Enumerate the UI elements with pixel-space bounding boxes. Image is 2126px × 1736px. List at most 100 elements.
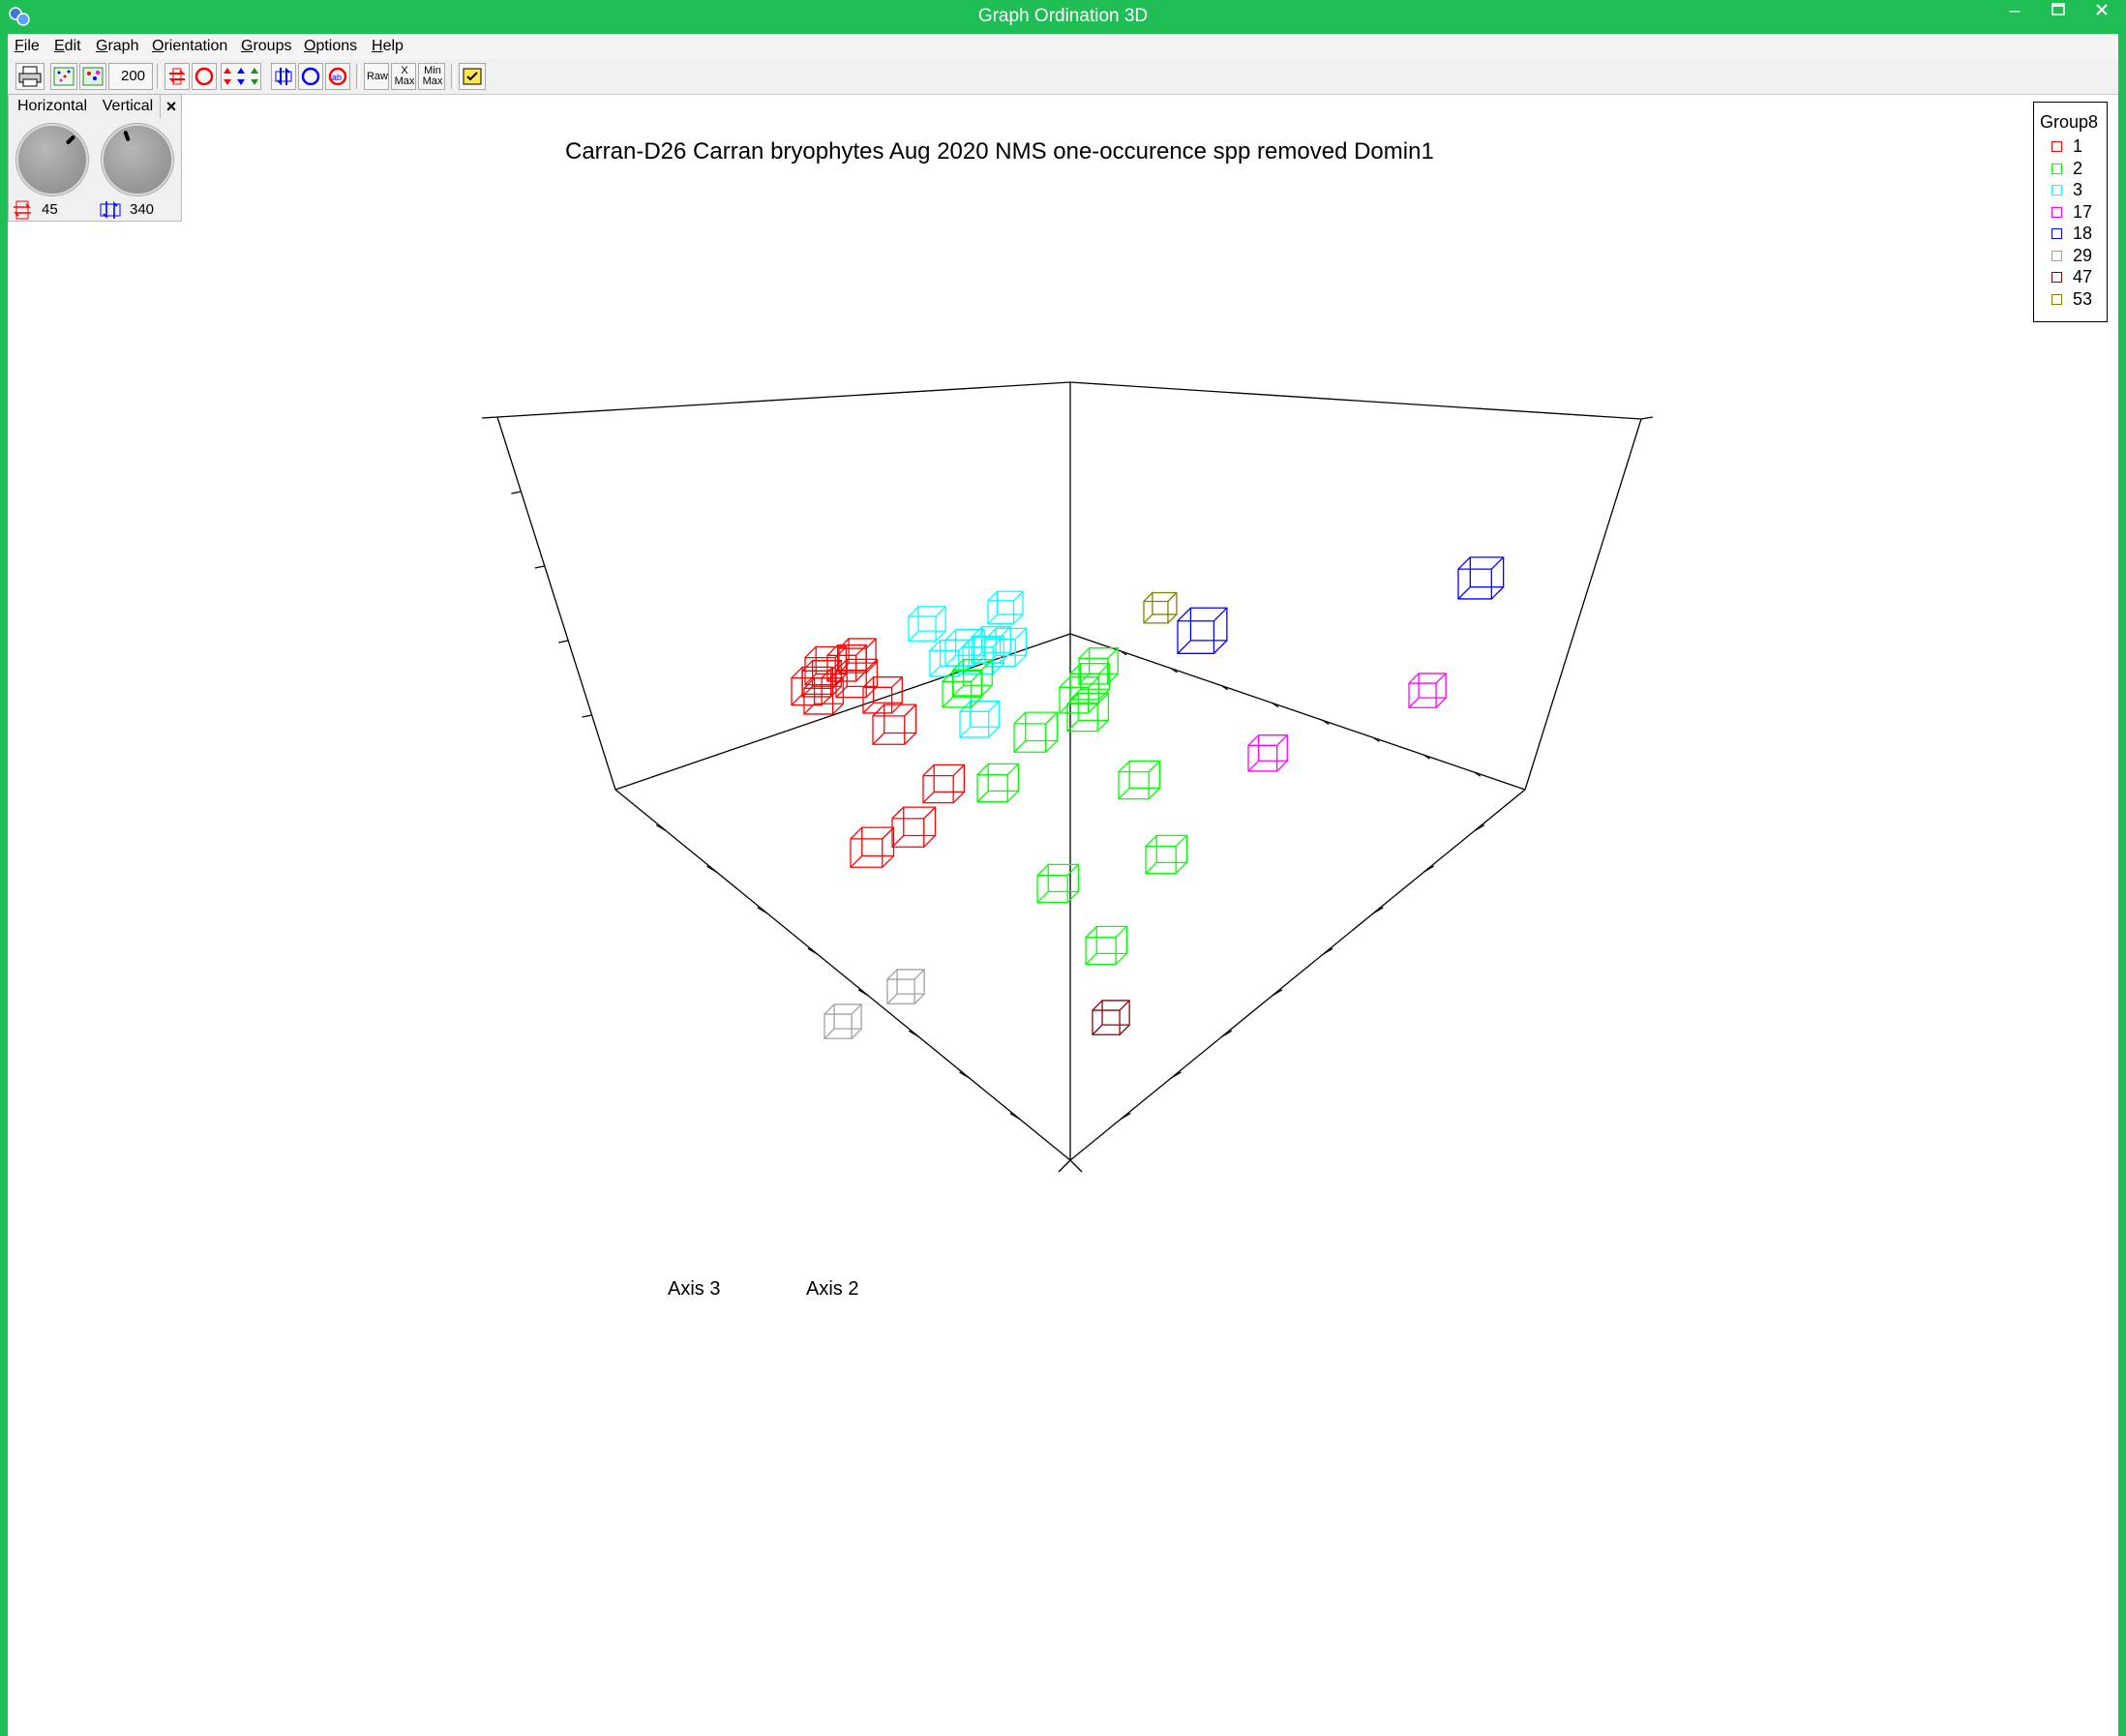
axis-tick [857, 989, 869, 997]
maximize-icon [2051, 3, 2065, 15]
rotation-panel: Horizontal Vertical × 45 340 [8, 94, 182, 222]
toolbar-separator [451, 64, 455, 89]
axis-tick [959, 1071, 970, 1079]
box-edge [1058, 1159, 1071, 1173]
plot-area[interactable]: Carran-D26 Carran bryophytes Aug 2020 NM… [8, 94, 2118, 1736]
axis-2-label: Axis 2 [806, 1278, 858, 1300]
data-point-cube [1177, 607, 1228, 654]
data-point-cube [891, 806, 937, 848]
circle-blue-icon [301, 67, 320, 86]
data-point-cube [1408, 673, 1447, 708]
scatter-points-icon [53, 67, 75, 86]
menu-groups[interactable]: Groups [241, 38, 291, 55]
box-edge [481, 416, 498, 419]
legend-label: 47 [2073, 267, 2093, 286]
data-point-cube [1457, 556, 1505, 600]
legend-label: 17 [2073, 201, 2093, 222]
menu-edit[interactable]: Edit [54, 38, 81, 55]
scatter-groups-icon [82, 67, 104, 86]
rotate-circle-red-button[interactable] [192, 63, 217, 90]
knob-pointer [65, 135, 76, 145]
menu-options[interactable]: Options [304, 38, 357, 55]
data-point-cube [1036, 863, 1080, 904]
box-edge [1069, 633, 1526, 791]
axis-3-label: Axis 3 [668, 1278, 720, 1300]
legend-label: 1 [2073, 136, 2083, 156]
box-edge [496, 381, 1071, 418]
legend-swatch [2051, 250, 2062, 261]
close-panel-button[interactable]: × [162, 96, 181, 117]
rotate-horizontal-button[interactable] [165, 63, 190, 90]
rotate-horizontal-icon [14, 200, 31, 220]
knob-pointer [123, 130, 131, 142]
data-point-cube [1118, 760, 1161, 800]
data-point-cube [1013, 711, 1059, 753]
legend-swatch [2051, 206, 2062, 218]
raw-label: Raw [366, 71, 388, 82]
legend-swatch [2051, 185, 2062, 195]
data-point-cube [987, 590, 1024, 625]
data-point-cube [971, 626, 1011, 664]
rotate-circle-blue-button[interactable] [298, 63, 323, 90]
flip-axes-icon [224, 68, 258, 85]
rotate-horizontal-icon [168, 68, 186, 85]
axis-tick [908, 1030, 919, 1037]
data-point-cube [922, 763, 966, 804]
title-bar: Graph Ordination 3D – [0, 0, 2126, 33]
box-edge [1069, 789, 1526, 1161]
point-size-field[interactable]: 200 [108, 63, 153, 90]
axis-tick [757, 907, 768, 914]
raw-scaling-button[interactable]: Raw [364, 63, 389, 90]
scatter-points-button[interactable] [50, 63, 77, 90]
menu-help[interactable]: Help [372, 38, 404, 55]
vertical-rotation-knob[interactable] [102, 124, 173, 195]
flip-axes-button[interactable] [221, 63, 261, 90]
minmax-bottom-label: Max [422, 75, 443, 87]
xmax-bottom-label: Max [394, 75, 415, 87]
data-point-cube [886, 969, 925, 1004]
legend-title: Group8 [2040, 112, 2099, 132]
legend-label: 29 [2073, 245, 2093, 265]
scatter-groups-button[interactable] [79, 63, 106, 90]
data-point-cube [959, 701, 1000, 738]
menu-bar: File Edit Graph Orientation Groups Optio… [8, 34, 2118, 60]
menu-orientation[interactable]: Orientation [152, 38, 227, 55]
toolbar-separator [356, 64, 360, 89]
x-max-scaling-button[interactable]: X Max [391, 63, 416, 90]
legend-label: 2 [2073, 158, 2083, 178]
axis-tick [807, 947, 819, 955]
maximize-button[interactable] [2037, 0, 2080, 25]
tab-vertical[interactable]: Vertical [96, 95, 161, 118]
menu-file[interactable]: File [15, 38, 40, 55]
print-button[interactable] [15, 63, 45, 90]
axes-box [481, 381, 1654, 1173]
window-title: Graph Ordination 3D [977, 6, 1149, 26]
data-point-cube [850, 826, 895, 868]
legend-swatch [2051, 293, 2062, 305]
legend-swatch [2051, 141, 2062, 152]
close-icon [2096, 4, 2108, 15]
client-area: File Edit Graph Orientation Groups Optio… [8, 34, 2118, 1736]
auto-rotate-button[interactable]: ab [325, 63, 350, 90]
rotate-vertical-button[interactable] [271, 63, 296, 90]
axis-ticks [511, 491, 1485, 1121]
notes-button[interactable] [459, 63, 486, 90]
horizontal-value: 45 [42, 201, 58, 218]
horizontal-rotation-knob[interactable] [16, 124, 88, 195]
menu-graph[interactable]: Graph [96, 38, 138, 55]
tab-horizontal[interactable]: Horizontal [9, 95, 97, 118]
axis-tick [1474, 823, 1485, 832]
legend-swatch [2051, 163, 2062, 174]
axis-tick [1372, 907, 1384, 914]
data-point-cube [823, 1003, 862, 1039]
axis-tick [1423, 865, 1434, 873]
minimize-button[interactable]: – [1993, 0, 2036, 25]
legend-label: 3 [2073, 180, 2083, 199]
box-edge [614, 789, 1071, 1161]
min-max-scaling-button[interactable]: Min Max [418, 63, 445, 90]
auto-rotate-icon: ab [328, 67, 347, 86]
close-window-button[interactable] [2081, 0, 2123, 25]
legend-label: 53 [2073, 288, 2093, 309]
axis-tick [558, 640, 569, 644]
data-point-cube [1247, 734, 1288, 772]
